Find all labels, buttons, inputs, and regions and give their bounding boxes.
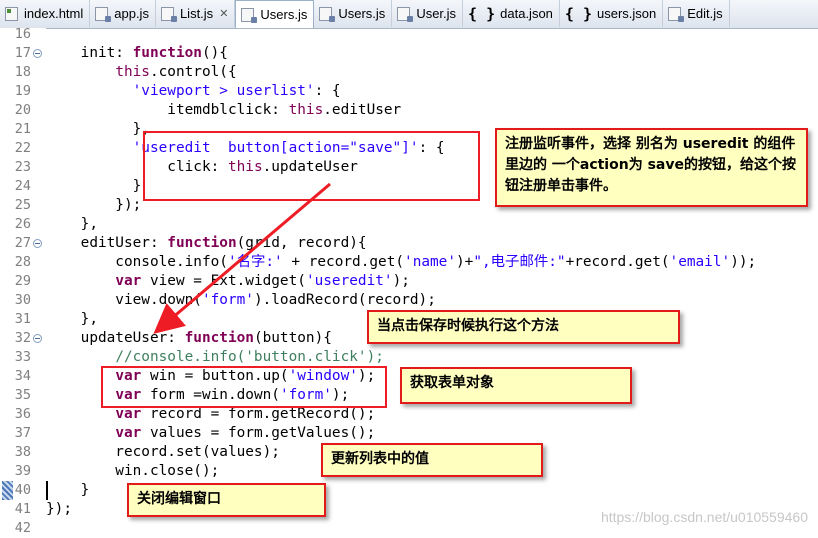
note-get-form: 获取表单对象 — [400, 367, 632, 404]
note-save-method: 当点击保存时候执行这个方法 — [367, 310, 680, 344]
note-register-listener: 注册监听事件，选择 别名为 useredit 的组件里边的 一个action为 … — [495, 128, 808, 207]
watermark: https://blog.csdn.net/u010559460 — [600, 509, 808, 525]
note-update-list: 更新列表中的值 — [321, 443, 543, 477]
note-close-window: 关闭编辑窗口 — [127, 483, 326, 517]
